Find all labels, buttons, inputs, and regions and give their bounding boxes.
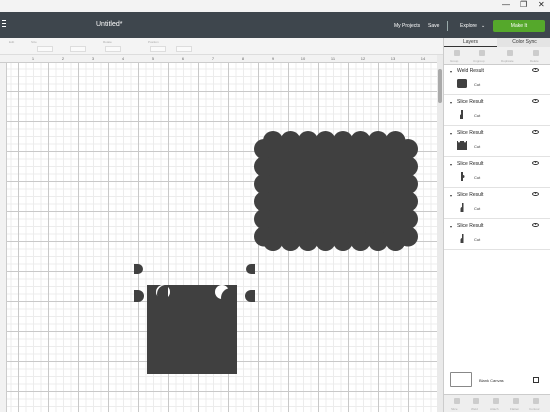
scallop-right [398,226,418,247]
blank-canvas-swatch[interactable] [450,372,472,387]
caret-down-icon[interactable]: ▾ [450,193,452,198]
scallop-top [350,131,371,151]
layer-thumbnail [460,110,463,119]
tab-layers[interactable]: Layers [444,38,497,47]
layer-thumbnail [460,234,464,243]
scallop-left [254,226,274,247]
scallop-left [254,209,274,229]
scallop-right [398,156,418,177]
slice-piece [134,264,143,274]
slice-piece [245,290,255,302]
layer-operation: Cut [474,237,481,242]
eye-icon[interactable] [532,130,539,134]
scallop-body [264,141,408,241]
layer-title: Slice Result [457,99,484,105]
duplicate-label: Duplicate [501,59,514,63]
slice-piece [134,290,144,302]
contour-label: Contour [529,407,540,411]
eye-icon[interactable] [532,99,539,103]
layer-item[interactable]: ▾ Slice Result Cut [444,96,550,126]
eye-icon[interactable] [532,68,539,72]
layer-item[interactable]: ▾ Slice Result Cut [444,158,550,188]
scallop-right [398,174,418,194]
layer-operation: Cut [474,175,481,180]
ungroup-label: Ungroup [473,59,485,63]
layer-thumbnail [460,203,464,212]
caret-down-icon[interactable]: ▾ [450,224,452,229]
hide-canvas-icon[interactable] [533,377,539,383]
layer-title: Slice Result [457,192,484,198]
weld-label: Weld [471,407,478,411]
layer-operation: Cut [474,82,481,87]
layer-title: Slice Result [457,223,484,229]
weld-icon[interactable] [473,398,479,404]
scallop-bottom [298,231,318,251]
caret-down-icon[interactable]: ▾ [450,162,452,167]
flatten-icon[interactable] [513,398,519,404]
scrollbar-thumb[interactable] [438,69,442,103]
layer-item[interactable]: ▾ Slice Result Cut [444,220,550,250]
eye-icon[interactable] [532,192,539,196]
panel-footer: Slice Weld Attach Flatten Contour [444,394,550,412]
layer-title: Slice Result [457,130,484,136]
eye-icon[interactable] [532,223,539,227]
layer-item[interactable]: ▾ Weld Result Cut [444,65,550,95]
scallop-right [398,191,418,212]
duplicate-icon[interactable] [507,50,513,56]
slice-label: Slice [451,407,458,411]
scallop-top [333,131,353,151]
scallop-top [315,131,336,151]
scallop-left [254,174,274,194]
scallop-bottom [280,231,301,251]
scallop-top [368,131,388,151]
scalloped-rectangle-shape[interactable] [254,131,418,251]
scallop-bottom [315,231,336,251]
layers-panel: Layers Color Sync Group Ungroup Duplicat… [443,38,550,412]
eye-icon[interactable] [532,161,539,165]
layer-operation: Cut [474,206,481,211]
layer-operation: Cut [474,113,481,118]
group-label: Group [450,59,459,63]
tab-color-sync[interactable]: Color Sync [498,38,550,47]
layer-item[interactable]: ▾ Slice Result Cut [444,189,550,219]
attach-icon[interactable] [493,398,499,404]
layer-thumbnail [457,79,467,88]
caret-down-icon[interactable]: ▾ [450,131,452,136]
scallop-left [254,139,274,159]
layer-thumbnail [461,172,465,181]
panel-tabs: Layers Color Sync [444,38,550,47]
slice-icon[interactable] [454,398,460,404]
delete-label: Delete [530,59,539,63]
sliced-square-shape[interactable] [134,264,255,374]
caret-down-icon[interactable]: ▾ [450,100,452,105]
scallop-right [398,139,418,159]
scallop-bottom [333,231,353,251]
blank-canvas-label: Blank Canvas [479,378,504,383]
layer-title: Weld Result [457,68,484,74]
slice-piece [246,264,255,274]
group-icon[interactable] [454,50,460,56]
layer-title: Slice Result [457,161,484,167]
scallop-left [254,156,274,177]
contour-icon[interactable] [533,398,539,404]
attach-label: Attach [490,407,499,411]
scallop-bottom [368,231,388,251]
scallop-right [398,209,418,229]
scallop-left [254,191,274,212]
layer-operation: Cut [474,144,481,149]
scallop-top [280,131,301,151]
caret-down-icon[interactable]: ▾ [450,69,452,74]
layer-item[interactable]: ▾ Slice Result Cut [444,127,550,157]
flatten-label: Flatten [510,407,520,411]
panel-toolbar: Group Ungroup Duplicate Delete [444,47,550,65]
layer-thumbnail [457,141,467,150]
scallop-bottom [350,231,371,251]
delete-icon[interactable] [533,50,539,56]
scallop-top [298,131,318,151]
ungroup-icon[interactable] [479,50,485,56]
